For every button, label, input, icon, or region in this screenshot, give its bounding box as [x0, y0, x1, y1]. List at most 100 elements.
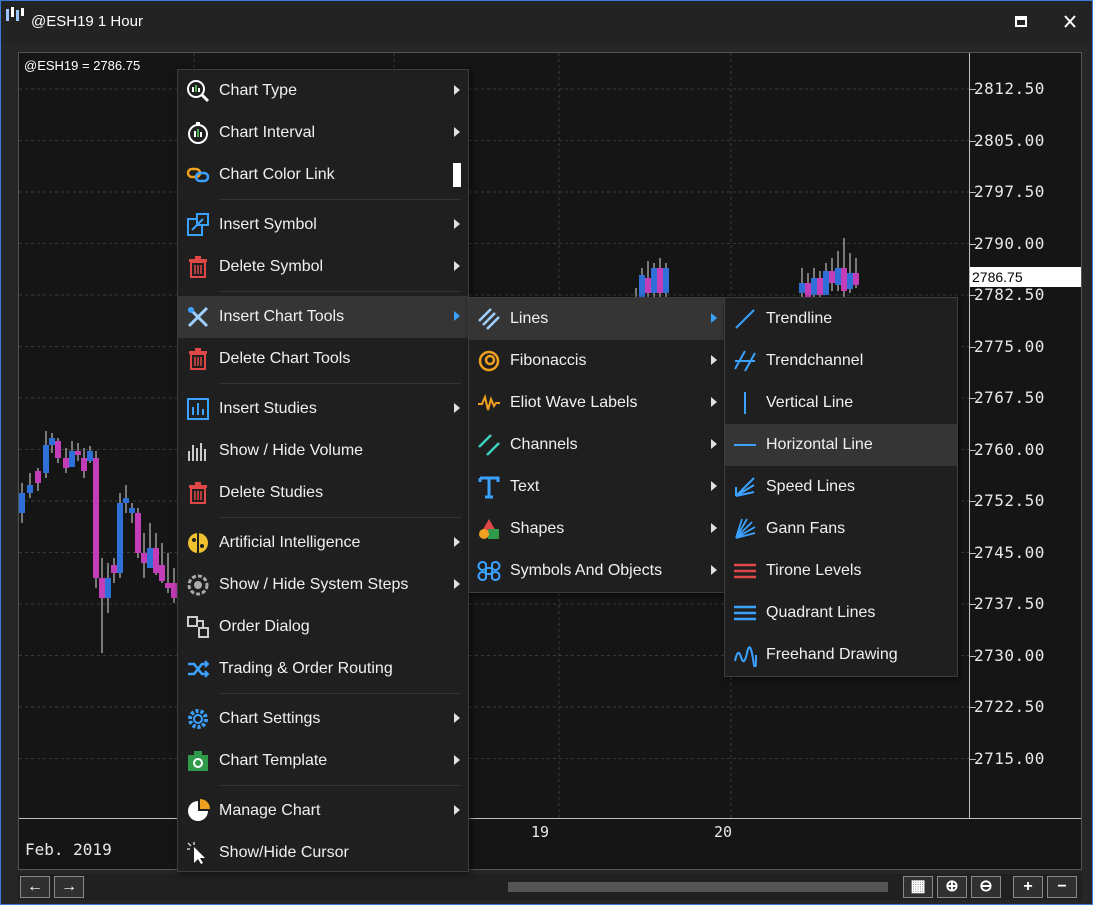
menu-item-chart-interval[interactable]: Chart Interval — [178, 112, 468, 154]
menu-item-chart-type[interactable]: Chart Type — [178, 70, 468, 112]
chart-scrollbar[interactable]: ← → ▦ ⊕ ⊖ + − — [18, 874, 1082, 900]
menu-item-trendchannel[interactable]: Trendchannel — [725, 340, 957, 382]
scroll-right-button[interactable]: → — [54, 876, 84, 898]
menu-item-artificial-intelligence[interactable]: Artificial Intelligence — [178, 522, 468, 564]
menu-item-chart-color-link[interactable]: Chart Color Link — [178, 154, 468, 196]
time-label: 19 — [531, 823, 550, 841]
menu-item-label: Gann Fans — [766, 520, 846, 537]
menu-item-chart-settings[interactable]: Chart Settings — [178, 698, 468, 740]
menu-item-symbols-and-objects[interactable]: Symbols And Objects — [469, 550, 725, 592]
menu-item-label: Chart Type — [219, 82, 297, 99]
lines-icon — [478, 308, 500, 330]
close-button[interactable] — [1058, 10, 1084, 34]
menu-item-shapes[interactable]: Shapes — [469, 508, 725, 550]
symbols-icon — [477, 561, 501, 581]
freehand-icon — [734, 646, 757, 667]
menu-item-insert-studies[interactable]: Insert Studies — [178, 388, 468, 430]
menu-item-fibonaccis[interactable]: Fibonaccis — [469, 340, 725, 382]
submenu-arrow-icon — [711, 439, 717, 449]
submenu-arrow-icon — [711, 313, 717, 323]
menu-item-show-hide-cursor[interactable]: Show/Hide Cursor — [178, 832, 468, 874]
scroll-track[interactable] — [108, 882, 888, 892]
manage-chart-icon — [188, 799, 210, 821]
scroll-left-button[interactable]: ← — [20, 876, 50, 898]
menu-separator — [219, 517, 461, 518]
tirone-levels-icon — [734, 563, 756, 579]
menu-item-label: Fibonaccis — [510, 352, 587, 369]
menu-item-label: Horizontal Line — [766, 436, 873, 453]
title-bar[interactable]: @ESH19 1 Hour — [1, 1, 1092, 43]
color-link-swatch[interactable] — [453, 163, 461, 187]
template-icon — [188, 751, 208, 771]
speed-lines-icon — [735, 477, 755, 497]
remove-bars-button[interactable]: − — [1047, 876, 1077, 898]
gear-icon — [188, 709, 208, 729]
menu-item-label: Freehand Drawing — [766, 646, 898, 663]
menu-item-gann-fans[interactable]: Gann Fans — [725, 508, 957, 550]
menu-item-show-hide-system-steps[interactable]: Show / Hide System Steps — [178, 564, 468, 606]
menu-item-label: Trading & Order Routing — [219, 660, 393, 677]
menu-item-tirone-levels[interactable]: Tirone Levels — [725, 550, 957, 592]
trendchannel-icon — [734, 350, 756, 372]
menu-item-channels[interactable]: Channels — [469, 424, 725, 466]
submenu-arrow-icon — [454, 805, 460, 815]
link-icon — [186, 167, 210, 183]
menu-item-label: Insert Chart Tools — [219, 308, 345, 325]
menu-item-order-dialog[interactable]: Order Dialog — [178, 606, 468, 648]
arrow-left-icon: ← — [27, 878, 43, 895]
menu-item-eliot-wave-labels[interactable]: Eliot Wave Labels — [469, 382, 725, 424]
menu-item-label: Show/Hide Cursor — [219, 844, 349, 861]
menu-item-label: Symbols And Objects — [510, 562, 663, 579]
gann-fans-icon — [735, 518, 756, 539]
scroll-thumb[interactable] — [508, 882, 888, 892]
arrow-right-icon: → — [61, 878, 77, 895]
menu-item-label: Chart Color Link — [219, 166, 335, 183]
menu-item-insert-chart-tools[interactable]: Insert Chart Tools — [178, 296, 468, 338]
menu-item-label: Eliot Wave Labels — [510, 394, 638, 411]
menu-item-label: Lines — [510, 310, 549, 327]
menu-item-quadrant-lines[interactable]: Quadrant Lines — [725, 592, 957, 634]
trendline-icon — [735, 309, 755, 329]
menu-item-delete-chart-tools[interactable]: Delete Chart Tools — [178, 338, 468, 380]
menu-item-label: Order Dialog — [219, 618, 310, 635]
submenu-arrow-icon — [454, 219, 460, 229]
menu-item-freehand-drawing[interactable]: Freehand Drawing — [725, 634, 957, 676]
maximize-button[interactable] — [1008, 10, 1034, 34]
menu-separator — [219, 291, 461, 292]
menu-item-lines[interactable]: Lines — [469, 298, 725, 340]
order-dialog-icon — [187, 616, 209, 638]
zoom-out-icon: ⊖ — [979, 878, 993, 895]
zoom-out-button[interactable]: ⊖ — [971, 876, 1001, 898]
menu-item-text[interactable]: Text — [469, 466, 725, 508]
lines-submenu: Trendline Trendchannel Vertical Line Horizo… — [724, 297, 958, 677]
menu-separator — [219, 199, 461, 200]
price-label: 2812.50 — [974, 79, 1045, 98]
menu-item-label: Trendchannel — [766, 352, 864, 369]
text-icon — [478, 476, 500, 499]
menu-item-manage-chart[interactable]: Manage Chart — [178, 790, 468, 832]
price-label: 2790.00 — [974, 233, 1045, 253]
menu-item-delete-symbol[interactable]: Delete Symbol — [178, 246, 468, 288]
menu-item-label: Speed Lines — [766, 478, 855, 495]
menu-item-delete-studies[interactable]: Delete Studies — [178, 472, 468, 514]
menu-item-trading-order-routing[interactable]: Trading & Order Routing — [178, 648, 468, 690]
price-label: 2730.00 — [974, 645, 1045, 665]
menu-item-label: Delete Symbol — [219, 258, 324, 275]
menu-item-vertical-line[interactable]: Vertical Line — [725, 382, 957, 424]
add-bars-button[interactable]: + — [1013, 876, 1043, 898]
price-label: 2737.50 — [974, 594, 1045, 613]
horizontal-line-icon — [734, 444, 756, 446]
fit-chart-button[interactable]: ▦ — [903, 876, 933, 898]
time-label: 20 — [714, 823, 733, 841]
menu-item-speed-lines[interactable]: Speed Lines — [725, 466, 957, 508]
menu-item-horizontal-line[interactable]: Horizontal Line — [725, 424, 957, 466]
price-label: 2752.50 — [974, 491, 1045, 510]
zoom-in-button[interactable]: ⊕ — [937, 876, 967, 898]
window-title: @ESH19 1 Hour — [31, 13, 143, 30]
quadrant-lines-icon — [734, 605, 756, 621]
vertical-line-icon — [744, 392, 746, 414]
menu-item-chart-template[interactable]: Chart Template — [178, 740, 468, 782]
menu-item-show-hide-volume[interactable]: Show / Hide Volume — [178, 430, 468, 472]
menu-item-trendline[interactable]: Trendline — [725, 298, 957, 340]
menu-item-insert-symbol[interactable]: Insert Symbol — [178, 204, 468, 246]
